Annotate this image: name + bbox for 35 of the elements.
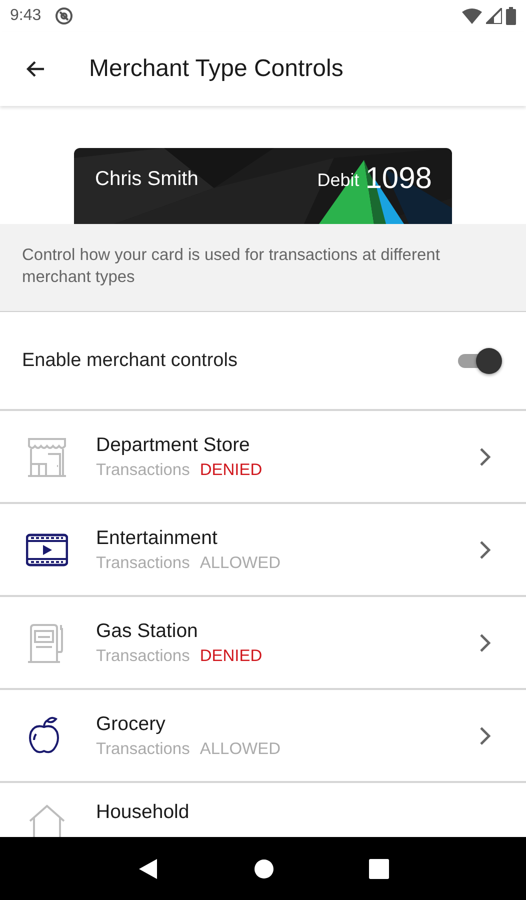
merchant-row[interactable]: Department Store Transactions DENIED [0, 411, 526, 504]
merchant-name: Grocery [96, 712, 166, 736]
chevron-right-icon [478, 446, 492, 468]
home-circle-icon[interactable] [254, 858, 274, 878]
description-text: Control how your card is used for transactions at different merchant types [0, 224, 526, 312]
merchant-name: Department Store [96, 434, 251, 456]
status-time: 9:43 [10, 7, 42, 25]
card-number: 1098 [365, 162, 432, 196]
transactions-label: Transactions [96, 740, 190, 758]
merchant-name: Gas Station [96, 620, 199, 642]
merchant-name: Entertainment [96, 526, 218, 550]
transactions-label: Transactions [96, 554, 190, 572]
back-triangle-icon[interactable] [137, 856, 160, 880]
chevron-right-icon [478, 632, 492, 654]
recents-square-icon[interactable] [368, 858, 389, 878]
status-text: ALLOWED [200, 554, 281, 572]
merchant-row[interactable]: Entertainment Transactions ALLOWED [0, 504, 526, 597]
transactions-label: Transactions [96, 460, 190, 480]
merchant-row[interactable]: Grocery Transactions ALLOWED [0, 690, 526, 783]
cardholder-name: Chris Smith [95, 168, 198, 190]
merchant-row[interactable]: Gas Station Transactions DENIED [0, 597, 526, 690]
merchant-name: Household [96, 801, 190, 824]
transactions-label: Transactions [96, 646, 190, 666]
setting-label: Enable merchant controls [22, 350, 238, 372]
chevron-right-icon [478, 538, 492, 560]
battery-icon [506, 7, 516, 25]
toggle-switch[interactable] [456, 346, 502, 374]
screen-title: Merchant Type Controls [89, 55, 344, 83]
status-text: DENIED [200, 460, 262, 480]
chevron-right-icon [478, 724, 492, 746]
merchant-row[interactable]: Household [0, 783, 526, 837]
status-text: ALLOWED [200, 740, 281, 758]
signal-icon [486, 8, 502, 24]
wifi-icon [462, 8, 482, 24]
status-text: DENIED [200, 646, 262, 666]
